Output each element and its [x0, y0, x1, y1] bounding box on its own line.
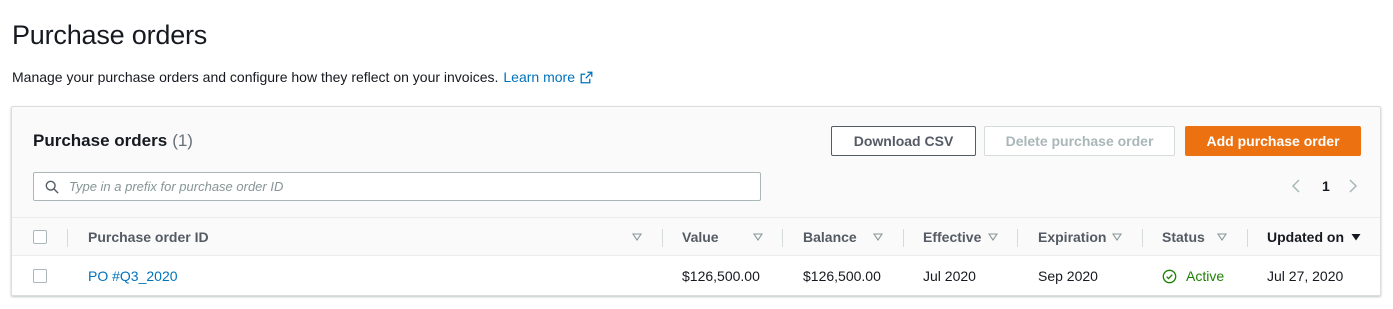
table-header-row: Purchase order ID Value Balance Effectiv… — [12, 217, 1380, 256]
pagination: 1 — [1290, 175, 1359, 197]
purchase-order-link[interactable]: PO #Q3_2020 — [88, 268, 178, 284]
column-header-purchase-order-id[interactable]: Purchase order ID — [88, 218, 209, 255]
purchase-order-id-cell: PO #Q3_2020 — [88, 256, 178, 295]
row-select-cell — [33, 256, 47, 295]
column-divider — [67, 229, 68, 247]
sort-icon[interactable] — [873, 232, 883, 242]
card-count: (1) — [172, 131, 193, 150]
card-title: Purchase orders (1) — [33, 131, 193, 151]
status-cell: Active — [1162, 256, 1225, 295]
page-description-text: Manage your purchase orders and configur… — [12, 69, 499, 85]
sort-icon[interactable] — [1112, 232, 1122, 242]
search-field — [33, 172, 761, 201]
expiration-cell: Sep 2020 — [1038, 268, 1098, 284]
purchase-orders-card: Purchase orders (1) Download CSV Delete p… — [11, 106, 1381, 296]
purchase-orders-table: Purchase order ID Value Balance Effectiv… — [12, 217, 1380, 295]
add-purchase-order-button[interactable]: Add purchase order — [1185, 126, 1361, 156]
effective-cell: Jul 2020 — [923, 268, 976, 284]
column-divider — [903, 229, 904, 247]
learn-more-link[interactable]: Learn more — [503, 69, 593, 85]
column-divider — [782, 229, 783, 247]
current-page-number[interactable]: 1 — [1322, 178, 1330, 194]
column-header-value[interactable]: Value — [682, 218, 719, 255]
card-title-text: Purchase orders — [33, 131, 168, 150]
page-title: Purchase orders — [12, 20, 208, 50]
card-header: Purchase orders (1) Download CSV Delete p… — [12, 107, 1380, 217]
select-all-cell — [33, 218, 47, 255]
delete-purchase-order-button[interactable]: Delete purchase order — [984, 126, 1175, 156]
status-label: Active — [1186, 268, 1225, 284]
column-header-expiration[interactable]: Expiration — [1038, 218, 1106, 255]
balance-cell: $126,500.00 — [803, 268, 881, 284]
learn-more-label: Learn more — [503, 69, 575, 85]
sort-icon[interactable] — [1217, 232, 1227, 242]
value-cell: $126,500.00 — [682, 268, 760, 284]
sort-icon[interactable] — [753, 232, 763, 242]
external-link-icon — [580, 71, 593, 83]
column-divider — [1142, 229, 1143, 247]
search-icon — [45, 180, 59, 194]
column-divider — [1017, 229, 1018, 247]
column-divider — [1247, 229, 1248, 247]
select-all-checkbox[interactable] — [33, 229, 47, 244]
column-divider — [662, 229, 663, 247]
column-header-updated-on[interactable]: Updated on — [1267, 218, 1344, 255]
page-description: Manage your purchase orders and configur… — [12, 69, 593, 85]
search-input[interactable] — [69, 179, 729, 194]
column-header-status[interactable]: Status — [1162, 218, 1205, 255]
check-circle-icon — [1162, 269, 1177, 283]
sort-active-icon[interactable] — [1351, 232, 1361, 242]
column-header-balance[interactable]: Balance — [803, 218, 857, 255]
download-csv-button[interactable]: Download CSV — [831, 126, 976, 156]
row-checkbox[interactable] — [33, 269, 47, 283]
updated-on-cell: Jul 27, 2020 — [1267, 268, 1344, 284]
chevron-left-icon[interactable] — [1290, 178, 1302, 194]
table-row[interactable]: PO #Q3_2020 $126,500.00 $126,500.00 Jul … — [12, 256, 1380, 295]
sort-icon[interactable] — [988, 232, 998, 242]
chevron-right-icon[interactable] — [1347, 178, 1359, 194]
column-header-effective[interactable]: Effective — [923, 218, 981, 255]
sort-icon[interactable] — [632, 232, 642, 242]
